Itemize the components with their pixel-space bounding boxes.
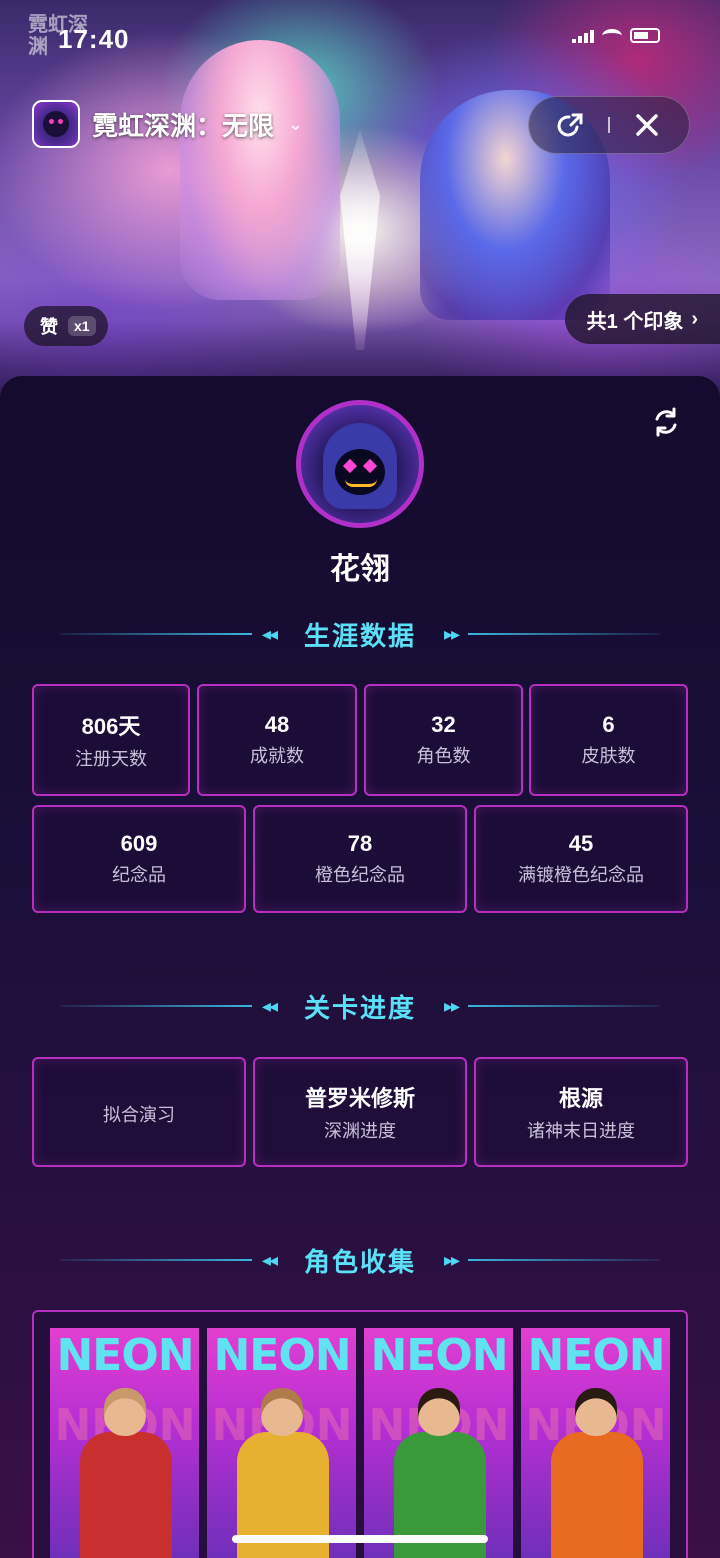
share-button[interactable] xyxy=(551,105,591,145)
stat-full-orange-souvenirs: 45 满镀橙色纪念品 xyxy=(474,805,688,913)
section-progress: ◂◂ 关卡进度 ▸▸ xyxy=(60,986,661,1026)
like-button[interactable]: 赞 x1 xyxy=(24,306,108,346)
app-title: 霓虹深渊：无限 xyxy=(92,110,275,141)
profile-card: 花翎 ◂◂ 生涯数据 ▸▸ 806天 注册天数 48 成就数 32 角色数 6 … xyxy=(0,376,720,1558)
stat-orange-souvenirs: 78 橙色纪念品 xyxy=(253,805,467,913)
close-icon xyxy=(635,114,658,136)
app-header[interactable]: 霓虹深渊：无限 ⌄ xyxy=(32,100,303,148)
share-icon xyxy=(557,113,583,137)
neon-badge: NEON xyxy=(527,1330,665,1381)
impression-text: 共1 个印象 xyxy=(586,310,684,333)
like-count: x1 xyxy=(68,316,96,336)
artwork-heroine xyxy=(180,40,340,300)
role-card[interactable]: NEONNEON xyxy=(364,1328,513,1558)
impression-button[interactable]: 共1 个印象 › xyxy=(564,294,720,344)
stat-souvenirs: 609 纪念品 xyxy=(32,805,246,913)
section-progress-title: 关卡进度 xyxy=(304,992,417,1023)
neon-badge: NEON xyxy=(213,1330,351,1381)
role-collection: NEONNEONNEONNEONNEONNEONNEONNEON xyxy=(32,1310,688,1558)
mini-program-capsule xyxy=(528,96,690,154)
close-button[interactable] xyxy=(627,105,667,145)
refresh-button[interactable] xyxy=(650,406,682,438)
stat-skins: 6 皮肤数 xyxy=(529,684,688,796)
chevron-right-icon: › xyxy=(691,307,698,330)
progress-abyss: 普罗米修斯 深渊进度 xyxy=(253,1057,467,1167)
section-roles-title: 角色收集 xyxy=(304,1246,417,1277)
battery-icon xyxy=(630,28,660,43)
role-card[interactable]: NEONNEON xyxy=(207,1328,356,1558)
role-card[interactable]: NEONNEON xyxy=(50,1328,199,1558)
neon-badge: NEON xyxy=(370,1330,508,1381)
stat-register-days: 806天 注册天数 xyxy=(32,684,190,796)
artwork-crystal xyxy=(340,130,380,350)
neon-badge: NEON xyxy=(56,1330,194,1381)
status-icons xyxy=(572,28,660,43)
chevron-down-icon: ⌄ xyxy=(288,113,304,134)
role-card[interactable]: NEONNEON xyxy=(521,1328,670,1558)
home-indicator xyxy=(232,1535,488,1543)
stat-characters: 32 角色数 xyxy=(364,684,523,796)
refresh-icon xyxy=(655,407,677,437)
status-time: 17:40 xyxy=(58,24,130,54)
app-icon xyxy=(32,100,80,148)
stat-achievements: 48 成就数 xyxy=(197,684,357,796)
section-career-title: 生涯数据 xyxy=(304,620,417,651)
like-label: 赞 xyxy=(40,317,58,337)
signal-icon xyxy=(572,29,594,43)
section-career: ◂◂ 生涯数据 ▸▸ xyxy=(60,614,661,654)
avatar[interactable] xyxy=(296,400,424,528)
wifi-icon xyxy=(602,28,622,43)
username: 花翎 xyxy=(330,553,390,586)
progress-fitting-drill: 拟合演习 xyxy=(32,1057,246,1167)
progress-ragnarok: 根源 诸神末日进度 xyxy=(474,1057,688,1167)
section-roles: ◂◂ 角色收集 ▸▸ xyxy=(60,1240,661,1280)
